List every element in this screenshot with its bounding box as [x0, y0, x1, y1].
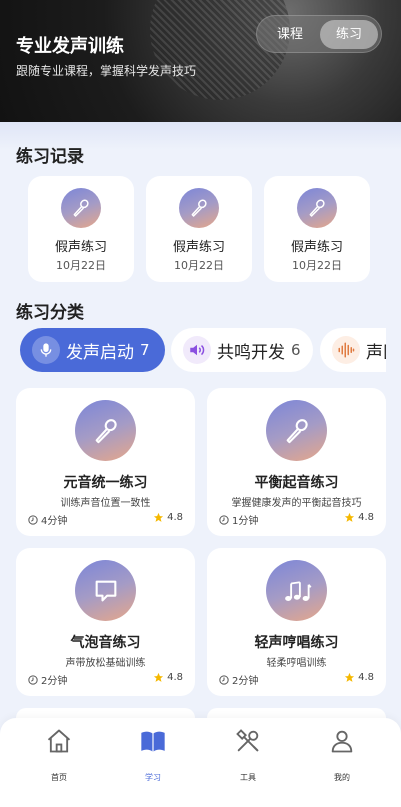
exercise-description: 掌握健康发声的平衡起音技巧 [231, 498, 362, 509]
user-icon [331, 730, 353, 753]
exercise-icon-circle [266, 400, 327, 461]
exercise-card[interactable]: 气泡音练习 声带放松基础训练 2分钟 4.8 [16, 548, 195, 696]
exercise-duration: 2分钟 [219, 672, 258, 687]
exercise-icon-circle [75, 560, 136, 621]
chip-label: 声区 [366, 342, 386, 363]
home-icon [47, 729, 71, 753]
music-notes-icon [284, 580, 311, 601]
chat-bubble-icon [95, 580, 116, 601]
tab-profile[interactable]: 我的 [312, 726, 372, 783]
exercise-rating: 4.8 [344, 672, 374, 683]
tab-home[interactable]: 首页 [29, 726, 89, 783]
tools-icon [236, 729, 259, 752]
record-date: 10月22日 [56, 259, 106, 272]
chip-icon-circle [32, 336, 60, 364]
exercise-card[interactable]: 元音统一练习 训练声音位置一致性 4分钟 4.8 [16, 388, 195, 536]
exercise-duration: 4分钟 [28, 512, 67, 527]
category-chip-vocal-onset[interactable]: 发声启动 7 [20, 328, 165, 372]
chip-icon-circle [332, 336, 360, 364]
exercise-description: 训练声音位置一致性 [60, 498, 151, 509]
chip-label: 共鸣开发 [217, 342, 285, 363]
category-chip-resonance[interactable]: 共鸣开发 6 [171, 328, 313, 372]
exercise-rating: 4.8 [153, 512, 183, 523]
star-icon [345, 672, 355, 682]
page-subtitle: 跟随专业课程，掌握科学发声技巧 [16, 64, 197, 78]
star-icon [345, 512, 355, 522]
tab-label: 我的 [334, 773, 350, 782]
tab-label: 学习 [145, 773, 161, 782]
category-chip-register[interactable]: 声区 [320, 328, 386, 372]
categories-section-title: 练习分类 [16, 303, 84, 323]
clock-icon [219, 674, 229, 685]
microphone-icon [40, 343, 52, 357]
record-name: 假声练习 [290, 240, 343, 255]
exercise-duration: 1分钟 [219, 512, 258, 527]
exercise-rating: 4.8 [153, 672, 183, 683]
record-icon-circle [179, 188, 219, 228]
segment-practice[interactable]: 练习 [320, 20, 378, 49]
tab-tools[interactable]: 工具 [218, 726, 278, 783]
tab-study[interactable]: 学习 [123, 726, 183, 783]
exercise-duration: 2分钟 [28, 672, 67, 687]
microphone-icon [191, 199, 207, 217]
microphone-icon [95, 418, 117, 443]
exercise-rating: 4.8 [344, 512, 374, 523]
waveform-icon [338, 342, 355, 358]
star-icon [154, 512, 164, 522]
bottom-tab-bar: 首页 学习 工具 我的 [0, 718, 401, 807]
chip-icon-circle [183, 336, 211, 364]
chip-count: 6 [291, 341, 301, 359]
exercise-card[interactable]: 平衡起音练习 掌握健康发声的平衡起音技巧 1分钟 4.8 [207, 388, 386, 536]
records-section-title: 练习记录 [16, 147, 84, 167]
duration-text: 2分钟 [41, 676, 68, 687]
rating-text: 4.8 [167, 512, 183, 523]
microphone-icon [73, 199, 89, 217]
segment-course[interactable]: 课程 [261, 20, 319, 49]
record-card[interactable]: 假声练习 10月22日 [146, 176, 252, 282]
rating-text: 4.8 [358, 512, 374, 523]
record-name: 假声练习 [54, 240, 107, 255]
record-name: 假声练习 [172, 240, 225, 255]
record-icon-circle [297, 188, 337, 228]
chip-count: 7 [140, 341, 150, 359]
tab-label: 首页 [51, 773, 67, 782]
record-card[interactable]: 假声练习 10月22日 [264, 176, 370, 282]
record-icon-circle [61, 188, 101, 228]
mode-segmented-control: 课程 练习 [256, 15, 382, 53]
tab-label: 工具 [240, 773, 256, 782]
header-banner: 专业发声训练 跟随专业课程，掌握科学发声技巧 课程 练习 [0, 0, 401, 122]
clock-icon [28, 514, 38, 525]
exercise-name: 元音统一练习 [63, 475, 148, 491]
exercise-card[interactable]: 轻声哼唱练习 轻柔哼唱训练 2分钟 4.8 [207, 548, 386, 696]
duration-text: 1分钟 [232, 516, 259, 527]
rating-text: 4.8 [358, 672, 374, 683]
exercise-description: 声带放松基础训练 [65, 658, 146, 669]
record-date: 10月22日 [292, 259, 342, 272]
microphone-icon [309, 199, 325, 217]
record-card[interactable]: 假声练习 10月22日 [28, 176, 134, 282]
exercise-name: 气泡音练习 [70, 635, 141, 651]
record-date: 10月22日 [174, 259, 224, 272]
page-title: 专业发声训练 [16, 36, 124, 57]
exercise-icon-circle [75, 400, 136, 461]
clock-icon [219, 514, 229, 525]
exercise-name: 平衡起音练习 [254, 475, 339, 491]
exercise-name: 轻声哼唱练习 [254, 635, 339, 651]
speaker-icon [190, 344, 205, 356]
exercise-description: 轻柔哼唱训练 [266, 658, 327, 669]
microphone-icon [286, 418, 308, 443]
book-icon [141, 731, 165, 752]
rating-text: 4.8 [167, 672, 183, 683]
duration-text: 4分钟 [41, 516, 68, 527]
duration-text: 2分钟 [232, 676, 259, 687]
star-icon [154, 672, 164, 682]
chip-label: 发声启动 [66, 342, 134, 363]
clock-icon [28, 674, 38, 685]
exercise-icon-circle [266, 560, 327, 621]
